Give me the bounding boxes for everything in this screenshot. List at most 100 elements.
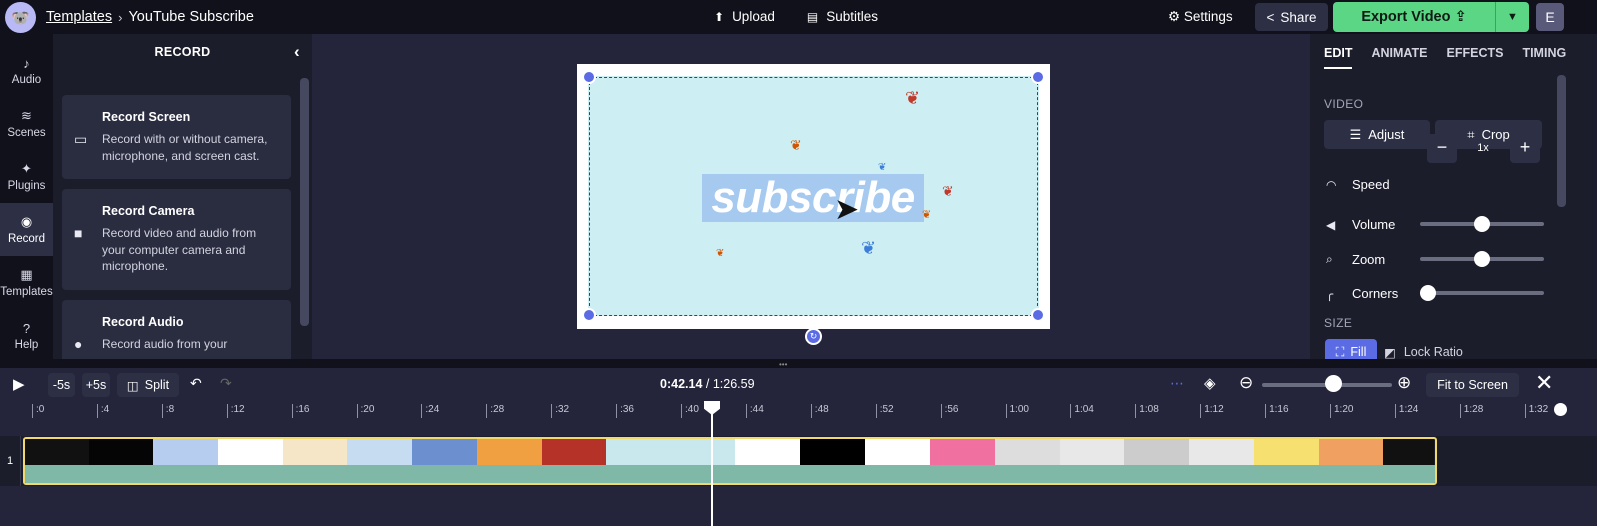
zoom-slider-knob[interactable] — [1474, 251, 1490, 267]
total-time: / 1:26.59 — [702, 377, 755, 391]
redo-icon[interactable]: ↷ — [220, 375, 232, 392]
resize-handle-bottom-right[interactable] — [1031, 308, 1045, 322]
export-icon: ⇪ — [1454, 9, 1467, 25]
clip-thumbnail — [283, 439, 347, 465]
adjust-button[interactable]: ☰ Adjust — [1324, 120, 1430, 149]
clip-thumbnail — [347, 439, 412, 465]
fit-to-screen-button[interactable]: Fit to Screen — [1426, 373, 1519, 397]
resize-handle-top-right[interactable] — [1031, 70, 1045, 84]
card-title: Record Camera — [102, 204, 195, 218]
zoom-out-icon[interactable]: ⊖ — [1239, 373, 1253, 393]
upload-icon: ⬆ — [714, 10, 725, 24]
timecode: 0:42.14 / 1:26.59 — [660, 377, 755, 391]
ruler-tick: :12 — [226, 404, 245, 418]
split-view-icon[interactable]: ◈ — [1204, 374, 1216, 392]
user-avatar[interactable]: E — [1536, 3, 1564, 31]
collapse-chevron-left-icon[interactable]: ‹ — [294, 34, 300, 70]
butterfly-icon: ❦ — [922, 209, 932, 221]
tab-effects[interactable]: EFFECTS — [1447, 46, 1504, 69]
share-icon: < — [1266, 9, 1275, 25]
ruler-tick: :0 — [32, 404, 44, 418]
layers-icon: ≋ — [21, 108, 32, 123]
card-description: Record audio from your — [102, 337, 228, 351]
upload-button[interactable]: ⬆ Upload — [714, 9, 775, 24]
corners-row: ╭ Corners — [1326, 286, 1398, 301]
tab-timing[interactable]: TIMING — [1522, 46, 1566, 69]
subtitles-button[interactable]: ▤ Subtitles — [807, 9, 878, 24]
help-icon: ? — [22, 320, 31, 336]
rewind-5s-button[interactable]: -5s — [48, 373, 75, 397]
undo-icon[interactable]: ↶ — [190, 375, 202, 392]
split-button[interactable]: ◫ Split — [117, 373, 179, 397]
record-icon: ◉ — [20, 214, 33, 229]
resize-handle-top-left[interactable] — [582, 70, 596, 84]
butterfly-icon: ❦ — [716, 248, 725, 259]
ruler-tick: 1:04 — [1070, 404, 1094, 418]
resize-handle-bottom-left[interactable] — [582, 308, 596, 322]
clip-thumbnail — [89, 439, 153, 465]
settings-button[interactable]: ⚙ Settings — [1168, 9, 1233, 25]
export-options-chevron-down-icon[interactable]: ▼ — [1495, 2, 1529, 32]
record-camera-card[interactable]: ■ Record Camera Record video and audio f… — [62, 189, 291, 290]
subscribe-text-layer[interactable]: subscribe — [702, 174, 924, 222]
plugin-icon: ✦ — [21, 161, 32, 176]
timeline-zoom-knob[interactable] — [1325, 375, 1342, 392]
nav-item-record[interactable]: ◉ Record — [0, 203, 53, 256]
size-section-label: SIZE — [1324, 316, 1353, 330]
clip-thumbnail — [1383, 439, 1434, 465]
nav-item-scenes[interactable]: ≋ Scenes — [0, 97, 53, 150]
rotate-handle-icon[interactable]: ↻ — [805, 328, 822, 345]
clip-thumbnail — [412, 439, 477, 465]
ruler-tick: :32 — [551, 404, 569, 418]
timeline-ruler[interactable]: :0:4:8:12:16:20:24:28:32:36:40:44:48:52:… — [24, 400, 1597, 420]
share-button[interactable]: < Share — [1255, 3, 1328, 31]
speed-increase-button[interactable]: + — [1510, 134, 1540, 163]
tab-animate[interactable]: ANIMATE — [1371, 46, 1427, 69]
current-time: 0:42.14 — [660, 377, 703, 391]
zoom-icon: ⌕ — [1326, 252, 1333, 266]
record-panel-scrollbar[interactable] — [300, 78, 309, 326]
record-screen-card[interactable]: ▭ Record Screen Record with or without c… — [62, 95, 291, 179]
volume-slider-knob[interactable] — [1474, 216, 1490, 232]
forward-5s-button[interactable]: +5s — [82, 373, 110, 397]
timeline-resize-divider[interactable]: ••• — [0, 359, 1597, 369]
butterfly-icon: ❦ — [905, 88, 921, 108]
tab-edit[interactable]: EDIT — [1324, 46, 1353, 69]
butterfly-icon: ❦ — [790, 137, 802, 153]
export-video-button[interactable]: Export Video ⇪ ▼ — [1333, 2, 1529, 32]
zoom-label: Zoom — [1352, 252, 1386, 267]
project-title[interactable]: YouTube Subscribe — [128, 9, 254, 25]
corners-slider[interactable] — [1420, 291, 1544, 295]
corners-slider-knob[interactable] — [1420, 285, 1436, 301]
ruler-tick: 1:08 — [1135, 404, 1159, 418]
nav-item-templates[interactable]: ▦ Templates — [0, 256, 53, 309]
playhead[interactable] — [711, 402, 713, 526]
breadcrumb: Templates › YouTube Subscribe — [46, 9, 254, 25]
nav-label: Scenes — [7, 127, 46, 139]
timeline-scroll-knob[interactable] — [1554, 403, 1567, 416]
video-clip[interactable] — [23, 437, 1437, 485]
nav-item-plugins[interactable]: ✦ Plugins — [0, 150, 53, 203]
clip-thumbnail — [1189, 439, 1254, 465]
zoom-in-icon[interactable]: ⊕ — [1397, 373, 1411, 393]
fill-label: Fill — [1350, 345, 1367, 359]
play-icon[interactable]: ▶ — [13, 375, 25, 393]
properties-scrollbar[interactable] — [1557, 75, 1566, 207]
ruler-tick: 1:00 — [1005, 404, 1029, 418]
butterfly-icon: ❦ — [942, 183, 954, 199]
speed-decrease-button[interactable]: − — [1427, 134, 1457, 163]
butterfly-icon: ❦ — [861, 238, 877, 258]
speed-label: Speed — [1352, 177, 1390, 192]
breadcrumb-templates-link[interactable]: Templates — [46, 9, 112, 25]
close-icon[interactable]: ✕ — [1535, 370, 1553, 396]
nav-label: Audio — [11, 73, 42, 86]
clip-thumbnail — [542, 439, 606, 465]
ruler-tick: :40 — [681, 404, 699, 418]
nav-item-audio[interactable]: ♪ Audio — [0, 44, 53, 97]
logo-icon[interactable]: 🐨 — [5, 2, 36, 33]
record-audio-card[interactable]: ● Record Audio Record audio from your — [62, 300, 291, 364]
snap-icon[interactable]: ⋯ — [1170, 375, 1184, 392]
nav-item-help[interactable]: ? Help — [0, 309, 53, 362]
card-description: Record with or without camera, microphon… — [102, 132, 268, 163]
ruler-tick: 1:12 — [1200, 404, 1224, 418]
